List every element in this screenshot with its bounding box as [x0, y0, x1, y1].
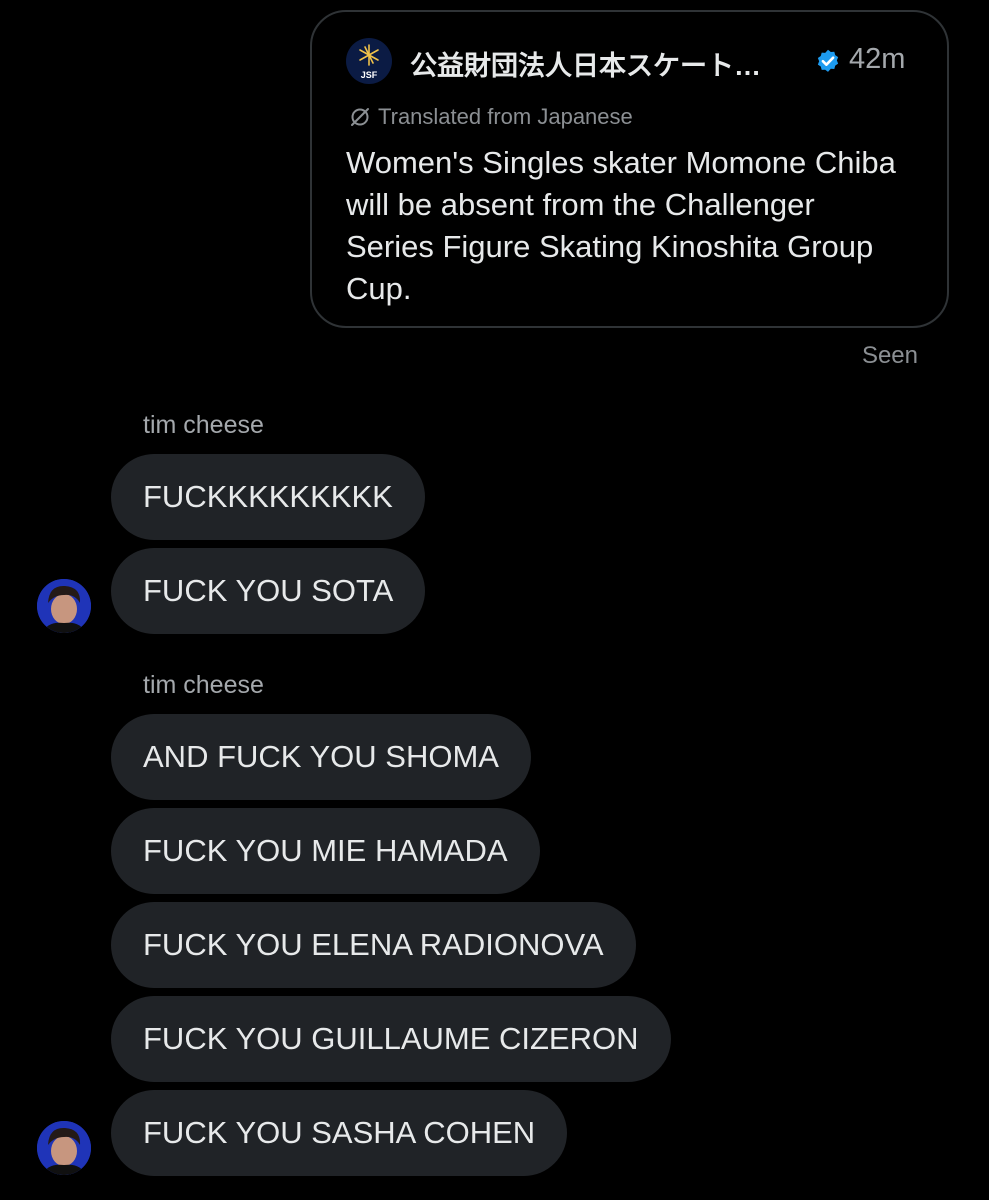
- translate-icon: [351, 108, 369, 126]
- message-bubble[interactable]: FUCK YOU GUILLAUME CIZERON: [111, 996, 671, 1082]
- seen-receipt: Seen: [861, 342, 918, 369]
- message-bubble[interactable]: FUCK YOU SOTA: [111, 548, 426, 634]
- avatar-photo-icon: [37, 1121, 91, 1175]
- svg-text:JSF: JSF: [361, 70, 378, 80]
- sender-name: tim cheese: [143, 671, 264, 699]
- message-bubble[interactable]: AND FUCK YOU SHOMA: [111, 714, 531, 800]
- verified-badge-icon: [817, 49, 839, 72]
- jsf-logo-icon: JSF: [359, 44, 379, 80]
- translated-indicator: Translated from Japanese: [348, 104, 633, 130]
- shared-post-author[interactable]: 公益財団法人日本スケート…: [410, 44, 761, 83]
- message-bubble[interactable]: FUCKKKKKKKKK: [111, 454, 425, 540]
- shared-post-text: Women's Singles skater Momone Chiba will…: [346, 145, 896, 306]
- jsf-avatar[interactable]: JSF: [346, 38, 392, 84]
- user-avatar[interactable]: [37, 1121, 91, 1175]
- sender-name: tim cheese: [143, 411, 264, 439]
- shared-post-time: 42m: [849, 43, 906, 75]
- message-bubble[interactable]: FUCK YOU SASHA COHEN: [111, 1090, 568, 1176]
- avatar-photo-icon: [37, 579, 91, 633]
- translated-label: Translated from Japanese: [378, 104, 633, 129]
- message-bubble[interactable]: FUCK YOU MIE HAMADA: [111, 808, 540, 894]
- user-avatar[interactable]: [37, 579, 91, 633]
- message-bubble[interactable]: FUCK YOU ELENA RADIONOVA: [111, 902, 636, 988]
- shared-post-card[interactable]: JSF 公益財団法人日本スケート… 42m Translated from Ja…: [310, 10, 949, 328]
